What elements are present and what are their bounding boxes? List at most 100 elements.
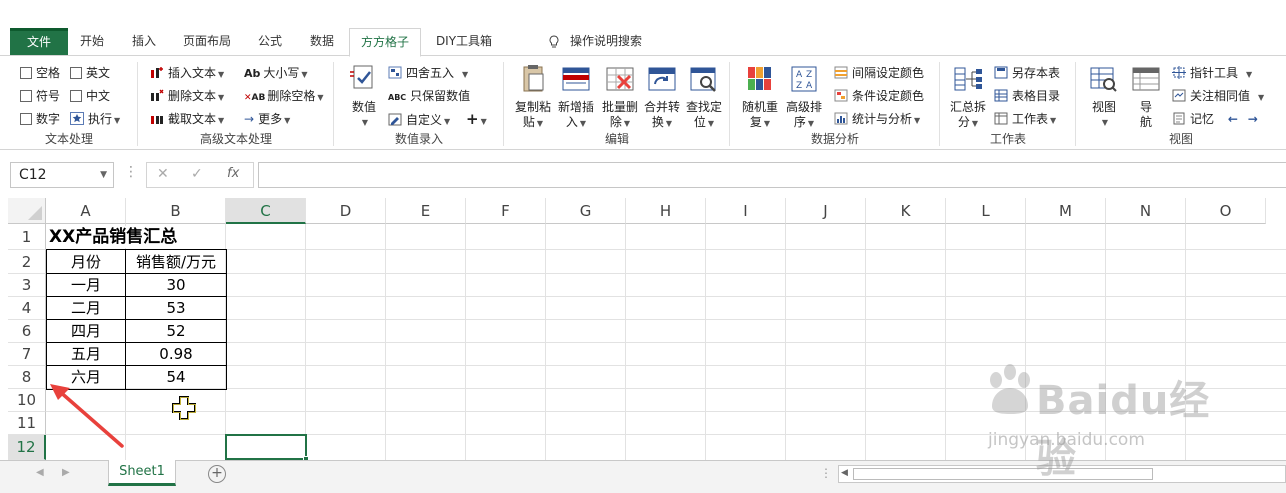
tab-insert[interactable]: 插入 <box>124 28 164 56</box>
cell-b2-header[interactable]: 销售额/万元 <box>126 251 226 273</box>
sheet-next-icon[interactable]: ▶ <box>62 467 70 478</box>
cancel-icon[interactable]: ✕ <box>157 166 169 182</box>
checkbox-box[interactable] <box>20 90 32 102</box>
column-header-m[interactable]: M <box>1026 198 1106 224</box>
tab-file[interactable]: 文件 <box>10 28 68 56</box>
selected-cell-c12[interactable] <box>225 434 309 460</box>
add-insert-button[interactable]: 新增插 入 ▼ <box>554 64 598 131</box>
cell-a1-title[interactable]: XX产品销售汇总 <box>49 226 178 248</box>
cell-a2-header[interactable]: 月份 <box>47 251 125 273</box>
tab-data[interactable]: 数据 <box>302 28 342 56</box>
back-arrow-icon[interactable]: ← <box>1228 112 1238 126</box>
checkbox-number[interactable]: 数字 <box>20 110 60 127</box>
tab-home[interactable]: 开始 <box>72 28 112 56</box>
column-header-o[interactable]: O <box>1186 198 1266 224</box>
column-header-h[interactable]: H <box>626 198 706 224</box>
horizontal-scrollbar[interactable]: ◀ <box>838 465 1286 483</box>
row-header-6[interactable]: 6 <box>8 320 46 343</box>
checkbox-box[interactable] <box>70 90 82 102</box>
follow-same-value-button[interactable]: 关注相同值 ▼ <box>1172 87 1264 104</box>
find-locate-button[interactable]: 查找定 位 ▼ <box>682 64 726 131</box>
worksheet-grid[interactable]: A B C D E F G H I J K L M N O 1 2 3 4 6 … <box>8 198 1286 460</box>
checkbox-box[interactable] <box>20 113 32 125</box>
custom-button[interactable]: 自定义 ▼ + ▼ <box>388 110 487 128</box>
tell-me-search[interactable]: 操作说明搜索 <box>548 28 642 56</box>
row-header-12[interactable]: 12 <box>8 435 46 460</box>
column-header-f[interactable]: F <box>466 198 546 224</box>
cell-sales[interactable]: 30 <box>126 274 226 296</box>
memory-button[interactable]: 记忆 ← → <box>1172 110 1258 127</box>
summary-split-button[interactable]: 汇总拆 分 ▼ <box>946 64 990 131</box>
row-header-1[interactable]: 1 <box>8 224 46 250</box>
column-header-d[interactable]: D <box>306 198 386 224</box>
more-button[interactable]: → 更多 ▼ <box>244 110 290 127</box>
cell-sales[interactable]: 0.98 <box>126 343 226 365</box>
cell-sales[interactable]: 53 <box>126 297 226 319</box>
cell-month[interactable]: 五月 <box>47 343 125 365</box>
formula-input[interactable] <box>258 162 1286 188</box>
forward-arrow-icon[interactable]: → <box>1248 112 1258 126</box>
condition-color-button[interactable]: 条件设定颜色 <box>834 87 924 104</box>
cell-month[interactable]: 二月 <box>47 297 125 319</box>
row-header-3[interactable]: 3 <box>8 274 46 297</box>
scrollbar-thumb[interactable] <box>853 468 1153 480</box>
scroll-left-icon[interactable]: ◀ <box>841 468 848 478</box>
checkbox-box[interactable] <box>20 67 32 79</box>
delete-space-button[interactable]: ✕AB 删除空格 ▼ <box>244 87 324 104</box>
row-header-7[interactable]: 7 <box>8 343 46 366</box>
column-header-l[interactable]: L <box>946 198 1026 224</box>
name-box[interactable]: C12 ▼ <box>10 162 114 188</box>
save-sheet-button[interactable]: 另存本表 <box>994 64 1060 81</box>
column-header-e[interactable]: E <box>386 198 466 224</box>
checkbox-symbol[interactable]: 符号 <box>20 87 60 104</box>
tab-formulas[interactable]: 公式 <box>250 28 290 56</box>
scroll-split-dots-icon[interactable]: ⋮ <box>820 466 832 480</box>
delete-text-button[interactable]: 删除文本 ▼ <box>150 87 224 104</box>
more-dots-icon[interactable]: ⋮ <box>124 164 138 180</box>
insert-text-button[interactable]: 插入文本 ▼ <box>150 64 224 81</box>
statistics-button[interactable]: 统计与分析 ▼ <box>834 110 920 127</box>
navigation-button[interactable]: 导 航 <box>1128 64 1164 130</box>
row-header-10[interactable]: 10 <box>8 389 46 412</box>
tab-diy-toolbox[interactable]: DIY工具箱 <box>428 28 500 56</box>
advanced-sort-button[interactable]: AZZA 高级排 序 ▼ <box>782 64 826 131</box>
case-button[interactable]: Ab 大小写 ▼ <box>244 64 308 81</box>
tab-fangfang[interactable]: 方方格子 <box>349 28 421 57</box>
merge-convert-button[interactable]: 合并转 换 ▼ <box>640 64 684 131</box>
checkbox-space[interactable]: 空格 <box>20 64 60 81</box>
cell-month[interactable]: 四月 <box>47 320 125 342</box>
view-button[interactable]: 视图 ▼ <box>1086 64 1122 130</box>
checkbox-english[interactable]: 英文 <box>70 64 110 81</box>
row-header-8[interactable]: 8 <box>8 366 46 389</box>
sheet-prev-icon[interactable]: ◀ <box>36 467 44 478</box>
select-all-button[interactable] <box>8 198 46 224</box>
checkbox-chinese[interactable]: 中文 <box>70 87 110 104</box>
extract-text-button[interactable]: 截取文本 ▼ <box>150 110 224 127</box>
value-button[interactable]: 数值 ▼ <box>346 64 382 130</box>
column-header-i[interactable]: I <box>706 198 786 224</box>
insert-function-icon[interactable]: fx <box>227 166 239 181</box>
column-header-b[interactable]: B <box>126 198 226 224</box>
sheet-tab-sheet1[interactable]: Sheet1 <box>108 460 176 486</box>
table-toc-button[interactable]: 表格目录 <box>994 87 1060 104</box>
column-header-c[interactable]: C <box>226 198 306 224</box>
column-header-a[interactable]: A <box>46 198 126 224</box>
interval-color-button[interactable]: 间隔设定颜色 <box>834 64 924 81</box>
column-header-k[interactable]: K <box>866 198 946 224</box>
checkbox-box[interactable] <box>70 67 82 79</box>
row-header-4[interactable]: 4 <box>8 297 46 320</box>
keep-values-button[interactable]: ABC 只保留数值 <box>388 87 470 104</box>
round-button[interactable]: 四舍五入 ▼ <box>388 64 468 81</box>
random-repeat-button[interactable]: 随机重 复 ▼ <box>738 64 782 131</box>
cell-sales[interactable]: 54 <box>126 366 226 388</box>
tab-page-layout[interactable]: 页面布局 <box>176 28 238 56</box>
plus-icon[interactable]: + <box>466 110 479 128</box>
chevron-down-icon[interactable]: ▼ <box>100 163 107 187</box>
row-header-11[interactable]: 11 <box>8 412 46 435</box>
cell-sales[interactable]: 52 <box>126 320 226 342</box>
batch-delete-button[interactable]: 批量删 除 ▼ <box>598 64 642 131</box>
add-sheet-button[interactable]: + <box>208 465 226 483</box>
pointer-tool-button[interactable]: 指针工具 ▼ <box>1172 64 1252 81</box>
column-header-g[interactable]: G <box>546 198 626 224</box>
column-header-n[interactable]: N <box>1106 198 1186 224</box>
